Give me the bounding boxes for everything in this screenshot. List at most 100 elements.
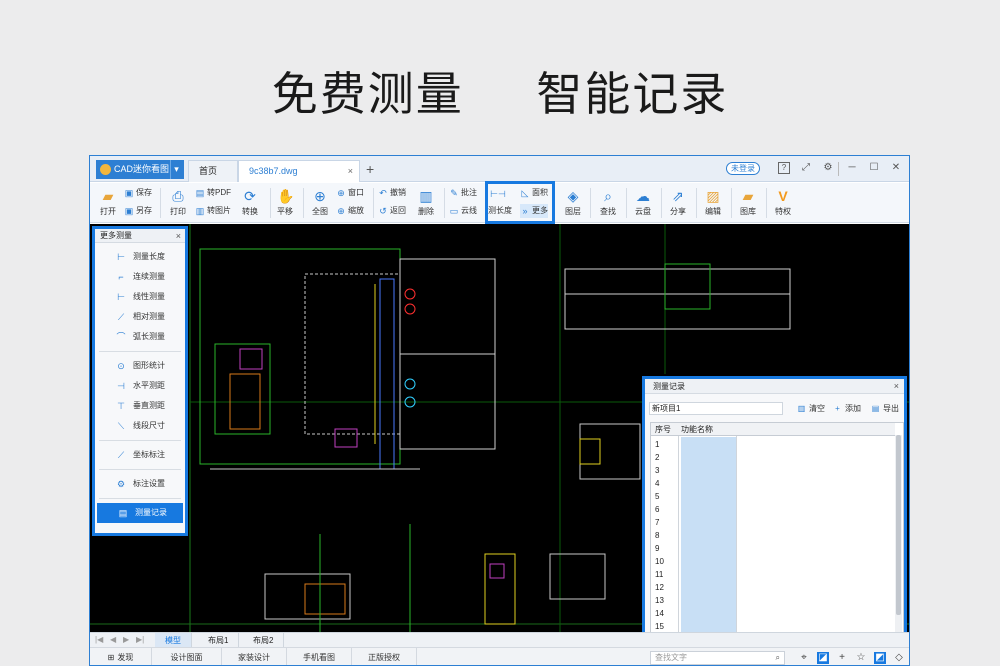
text-search-input[interactable]: 查找文字 ⌕: [650, 651, 785, 665]
search-icon[interactable]: ⌕: [776, 652, 780, 664]
layers-button[interactable]: ◈ 图层: [558, 186, 588, 220]
table-row[interactable]: 9: [655, 542, 675, 555]
measure-item-stats[interactable]: ⊙ 图形统计: [95, 356, 185, 376]
library-button[interactable]: ▰ 图库: [733, 186, 763, 220]
next-sheet-icon[interactable]: ▶: [123, 635, 129, 644]
project-name-field[interactable]: 新项目1: [649, 402, 783, 415]
publish-label: 发现: [117, 653, 134, 662]
measure-item-length[interactable]: ⊢ 测量长度: [95, 247, 185, 267]
measure-item-relative[interactable]: ⟋ 相对测量: [95, 307, 185, 327]
tab-home[interactable]: 首页: [188, 160, 238, 182]
mobile-view-button[interactable]: 手机看图: [287, 648, 352, 665]
sheet-tab-layout2[interactable]: 布局2: [243, 633, 285, 648]
table-row[interactable]: 5: [655, 490, 675, 503]
arc-icon: ⌒: [116, 332, 126, 342]
share-button[interactable]: ⇗ 分享: [663, 186, 693, 220]
table-row[interactable]: 11: [655, 568, 675, 581]
close-window-icon[interactable]: ✕: [890, 162, 902, 174]
table-row[interactable]: 4: [655, 477, 675, 490]
open-button[interactable]: ▰ 打开: [93, 186, 123, 220]
clear-button[interactable]: ▥ 清空: [797, 403, 825, 415]
measure-item-segment[interactable]: ⟍ 线段尺寸: [95, 416, 185, 436]
help-icon[interactable]: ?: [778, 162, 790, 174]
measure-item-label: 标注设置: [133, 479, 165, 488]
ribbon-separator: [160, 188, 161, 218]
license-button[interactable]: 正版授权: [352, 648, 417, 665]
maximize-icon[interactable]: ☐: [868, 162, 880, 174]
eraser-icon[interactable]: ◇: [893, 652, 905, 664]
app-menu-button[interactable]: CAD迷你看图 ▾: [96, 160, 184, 179]
delete-button[interactable]: ▥ 删除: [411, 186, 441, 220]
scrollbar-thumb[interactable]: [896, 435, 901, 615]
convert-button[interactable]: ⟳ 转换: [235, 186, 265, 220]
measure-item-linear[interactable]: ⊢ 线性测量: [95, 287, 185, 307]
to-pdf-button[interactable]: ▤ 转PDF: [195, 186, 231, 200]
table-row[interactable]: 12: [655, 581, 675, 594]
close-icon[interactable]: ×: [894, 379, 899, 394]
table-row[interactable]: 6: [655, 503, 675, 516]
back-button[interactable]: ↺ 返回: [378, 204, 406, 218]
table-row[interactable]: 8: [655, 529, 675, 542]
prev-sheet-icon[interactable]: ◀: [110, 635, 116, 644]
sheet-tab-layout1[interactable]: 布局1: [198, 633, 240, 648]
relative-icon: ⟋: [117, 312, 125, 322]
fullscreen-icon[interactable]: ⤢: [800, 162, 812, 174]
measure-item-continuous[interactable]: ⌐ 连续测量: [95, 267, 185, 287]
cad-section-detail: [664, 263, 711, 310]
privilege-button[interactable]: V 特权: [768, 186, 798, 220]
to-image-button[interactable]: ▥ 转图片: [195, 204, 231, 218]
cloud-line-button[interactable]: ▭ 云线: [449, 204, 477, 218]
annotate-button[interactable]: ✎ 批注: [449, 186, 477, 200]
table-row[interactable]: 7: [655, 516, 675, 529]
window-zoom-button[interactable]: ⊕ 窗口: [336, 186, 364, 200]
pan-button[interactable]: ✋ 平移: [270, 186, 300, 220]
measure-item-label: 坐标标注: [133, 450, 165, 459]
gear-icon[interactable]: ⚙: [822, 162, 834, 174]
undo-button[interactable]: ↶ 撤销: [378, 186, 406, 200]
measure-item-arc[interactable]: ⌒ 弧长测量: [95, 327, 185, 347]
measure-item-vertical[interactable]: ⊤ 垂直测距: [95, 396, 185, 416]
last-sheet-icon[interactable]: ▶|: [136, 635, 144, 644]
minimize-icon[interactable]: ─: [846, 162, 858, 174]
export-button[interactable]: ▤ 导出: [871, 403, 899, 415]
measure-item-record[interactable]: ▤ 测量记录: [97, 503, 183, 523]
login-button[interactable]: 未登录: [726, 162, 760, 175]
first-sheet-icon[interactable]: |◀: [95, 635, 103, 644]
table-row[interactable]: 1: [655, 438, 675, 451]
measure-item-settings[interactable]: ⚙ 标注设置: [95, 474, 185, 494]
sheet-tab-model[interactable]: 模型: [155, 633, 192, 648]
zoom-button[interactable]: ⊕ 缩放: [336, 204, 364, 218]
design-drawing-button[interactable]: 设计图面: [152, 648, 222, 665]
edit-button[interactable]: ▨ 编辑: [698, 186, 728, 220]
decor-design-button[interactable]: 家装设计: [222, 648, 287, 665]
save-button[interactable]: ▣ 保存: [124, 186, 152, 200]
add-button[interactable]: + 添加: [833, 403, 861, 415]
table-scrollbar[interactable]: [895, 435, 902, 633]
star-icon[interactable]: ☆: [855, 652, 867, 664]
table-row[interactable]: 2: [655, 451, 675, 464]
layer-toggle-icon[interactable]: ◩: [874, 652, 886, 664]
crosshair-icon[interactable]: +: [836, 652, 848, 664]
table-row[interactable]: 3: [655, 464, 675, 477]
measure-item-label: 线段尺寸: [133, 421, 165, 430]
chevron-down-icon[interactable]: ▾: [170, 160, 182, 179]
table-row[interactable]: 14: [655, 607, 675, 620]
table-row[interactable]: 10: [655, 555, 675, 568]
zoom-label: 缩放: [348, 206, 364, 215]
add-tab-button[interactable]: +: [366, 161, 374, 177]
publish-button[interactable]: ⊞ 发现: [90, 648, 152, 665]
measure-item-coordinate[interactable]: ⟋ 坐标标注: [95, 445, 185, 465]
snap-icon[interactable]: ⌖: [798, 652, 810, 664]
measure-item-horizontal[interactable]: ⊣ 水平测距: [95, 376, 185, 396]
tab-file[interactable]: 9c38b7.dwg ×: [238, 160, 360, 182]
table-row[interactable]: 13: [655, 594, 675, 607]
print-button[interactable]: ⎙ 打印: [163, 186, 193, 220]
measure-item-label: 连续测量: [133, 272, 165, 281]
save-as-button[interactable]: ▣ 另存: [124, 204, 152, 218]
cloud-disk-button[interactable]: ☁ 云盘: [628, 186, 658, 220]
ortho-icon[interactable]: ◪: [817, 652, 829, 664]
find-button[interactable]: ⌕ 查找: [593, 186, 623, 220]
close-icon[interactable]: ×: [176, 229, 181, 243]
full-view-button[interactable]: ⊕ 全图: [305, 186, 335, 220]
close-tab-icon[interactable]: ×: [348, 161, 353, 181]
